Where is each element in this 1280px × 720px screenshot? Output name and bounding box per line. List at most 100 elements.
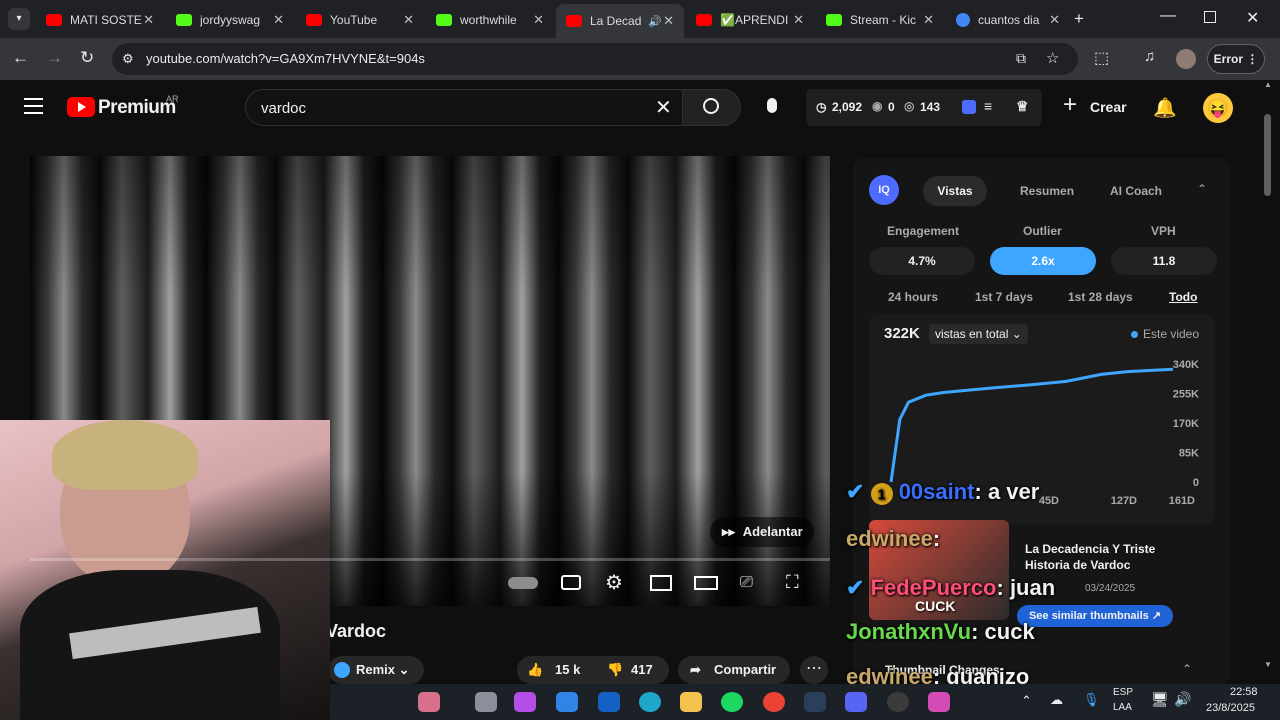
close-tab-icon[interactable]: ✕ — [273, 12, 284, 28]
close-tab-icon[interactable]: ✕ — [793, 12, 804, 28]
more-actions-icon[interactable]: ⋯ — [800, 656, 828, 684]
scroll-thumb[interactable] — [1264, 114, 1271, 196]
share-button[interactable]: ➦ Compartir — [678, 656, 790, 684]
streaming-app-icon[interactable] — [928, 692, 950, 712]
browser-tab[interactable]: ✅APRENDI ✕ — [686, 6, 814, 34]
file-explorer-icon[interactable] — [680, 692, 702, 712]
task-view-icon[interactable] — [475, 692, 497, 712]
profile-error-button[interactable]: Error ⋮ — [1207, 44, 1265, 74]
minimize-icon[interactable]: — — [1160, 7, 1176, 25]
search-input[interactable]: vardoc — [261, 100, 306, 117]
widgets-icon[interactable] — [418, 692, 440, 712]
input-language[interactable]: ESP — [1113, 687, 1133, 698]
range-todo[interactable]: Todo — [1169, 290, 1197, 304]
range-7-days[interactable]: 1st 7 days — [975, 290, 1033, 304]
browser-tab[interactable]: YouTube ✕ — [296, 6, 424, 34]
back-icon[interactable]: ← — [12, 48, 29, 68]
section-chevron-icon[interactable]: ⌃ — [1182, 662, 1192, 676]
show-hidden-icons-icon[interactable]: ⌃ — [1021, 693, 1032, 709]
scroll-down-arrow-icon[interactable]: ▼ — [1264, 660, 1272, 669]
close-tab-icon[interactable]: ✕ — [403, 12, 414, 28]
steam-icon[interactable] — [804, 692, 826, 712]
close-window-icon[interactable]: ✕ — [1246, 8, 1259, 28]
scrollbar[interactable]: ▲ ▼ — [1262, 80, 1274, 684]
browser-tab[interactable]: cuantos dia ✕ — [946, 6, 1070, 34]
notifications-bell-icon[interactable]: 🔔 — [1153, 96, 1177, 120]
mic-tray-icon[interactable]: 🎙 — [1083, 692, 1100, 708]
close-tab-icon[interactable]: ✕ — [663, 13, 674, 29]
keyboard-layout[interactable]: LAA — [1113, 702, 1132, 713]
edge-icon[interactable] — [639, 692, 661, 712]
search-button[interactable] — [682, 89, 741, 126]
microphone-icon[interactable] — [767, 98, 777, 113]
site-info-icon[interactable]: ⚙ — [122, 51, 134, 67]
cast-icon[interactable]: ⎚ — [740, 574, 753, 592]
spotify-icon[interactable] — [721, 692, 743, 712]
audio-playing-icon[interactable]: 🔊 — [648, 15, 662, 28]
skip-button[interactable]: ▸▸ Adelantar — [710, 517, 814, 547]
dislike-count[interactable]: 417 — [631, 656, 653, 684]
store-icon[interactable] — [556, 692, 578, 712]
bookmark-star-icon[interactable]: ☆ — [1046, 49, 1059, 67]
browser-tab-active[interactable]: La Decad 🔊 ✕ — [556, 4, 684, 38]
fullscreen-icon[interactable]: ⛶ — [786, 572, 799, 593]
views-dropdown[interactable]: vistas en total ⌄ — [929, 324, 1028, 344]
install-app-icon[interactable]: ⧉ — [1016, 50, 1026, 67]
chrome-icon[interactable] — [763, 692, 785, 712]
dislike-icon[interactable]: 👎 — [607, 656, 623, 684]
restore-icon[interactable] — [1204, 11, 1216, 23]
forward-icon[interactable]: → — [46, 48, 63, 68]
clock-time[interactable]: 22:58 — [1230, 686, 1258, 698]
account-avatar[interactable]: 😝 — [1203, 93, 1233, 123]
miniplayer-icon[interactable] — [650, 575, 672, 591]
outlook-icon[interactable] — [598, 692, 620, 712]
trophy-icon[interactable]: ♕ — [1016, 98, 1029, 115]
brand-label[interactable]: Premium — [98, 97, 176, 119]
tab-ai-coach[interactable]: AI Coach — [1110, 184, 1162, 198]
range-24-hours[interactable]: 24 hours — [888, 290, 938, 304]
tab-vistas[interactable]: Vistas — [923, 176, 987, 206]
close-tab-icon[interactable]: ✕ — [1049, 12, 1060, 28]
url-field[interactable]: ⚙ youtube.com/watch?v=GA9Xm7HVYNE&t=904s… — [112, 43, 1078, 75]
copilot-icon[interactable] — [514, 692, 536, 712]
autoplay-toggle[interactable] — [508, 577, 538, 589]
tab-search-button[interactable]: ▾ — [8, 8, 30, 30]
collapse-chevron-icon[interactable]: ⌃ — [1197, 182, 1207, 196]
tab-resumen[interactable]: Resumen — [1020, 184, 1074, 198]
similar-thumbnails-button[interactable]: See similar thumbnails ↗ — [1017, 605, 1173, 627]
browser-tab[interactable]: Stream - Kic ✕ — [816, 6, 944, 34]
browser-tab[interactable]: worthwhile ✕ — [426, 6, 554, 34]
reload-icon[interactable]: ↻ — [80, 48, 94, 68]
profile-avatar[interactable] — [1176, 49, 1196, 69]
discord-icon[interactable] — [845, 692, 867, 712]
media-control-icon[interactable]: ♫ — [1144, 48, 1155, 65]
create-button[interactable]: + Crear — [1058, 91, 1130, 124]
scroll-up-arrow-icon[interactable]: ▲ — [1264, 80, 1272, 89]
remix-button[interactable]: Remix ⌄ — [328, 656, 424, 684]
subtitles-icon[interactable] — [561, 575, 581, 590]
obs-icon[interactable] — [887, 692, 909, 712]
browser-tab[interactable]: jordyyswag ✕ — [166, 6, 294, 34]
range-28-days[interactable]: 1st 28 days — [1068, 290, 1133, 304]
like-count[interactable]: 15 k — [555, 656, 580, 684]
volume-icon[interactable]: 🔊 — [1174, 691, 1191, 708]
close-tab-icon[interactable]: ✕ — [923, 12, 934, 28]
list-icon[interactable]: ≡ — [984, 98, 992, 114]
new-tab-icon[interactable]: + — [1074, 9, 1084, 29]
search-box[interactable]: vardoc ✕ — [245, 89, 683, 126]
clock-date[interactable]: 23/8/2025 — [1206, 702, 1255, 714]
progress-bar[interactable] — [30, 558, 830, 561]
network-icon[interactable]: 🖥 — [1151, 691, 1169, 708]
close-tab-icon[interactable]: ✕ — [143, 12, 154, 28]
youtube-logo-icon[interactable] — [67, 97, 95, 117]
menu-icon[interactable] — [24, 98, 43, 114]
extensions-icon[interactable]: ⬚ — [1094, 48, 1109, 68]
cloud-icon[interactable]: ☁ — [1050, 692, 1063, 708]
vidiq-badge[interactable]: IQ — [869, 175, 899, 205]
theater-mode-icon[interactable] — [694, 576, 718, 590]
settings-gear-icon[interactable]: ⚙ — [605, 570, 623, 595]
close-tab-icon[interactable]: ✕ — [533, 12, 544, 28]
vidiq-icon[interactable] — [962, 100, 976, 114]
clear-search-icon[interactable]: ✕ — [655, 95, 672, 120]
browser-tab[interactable]: MATI SOSTE ✕ — [36, 6, 164, 34]
